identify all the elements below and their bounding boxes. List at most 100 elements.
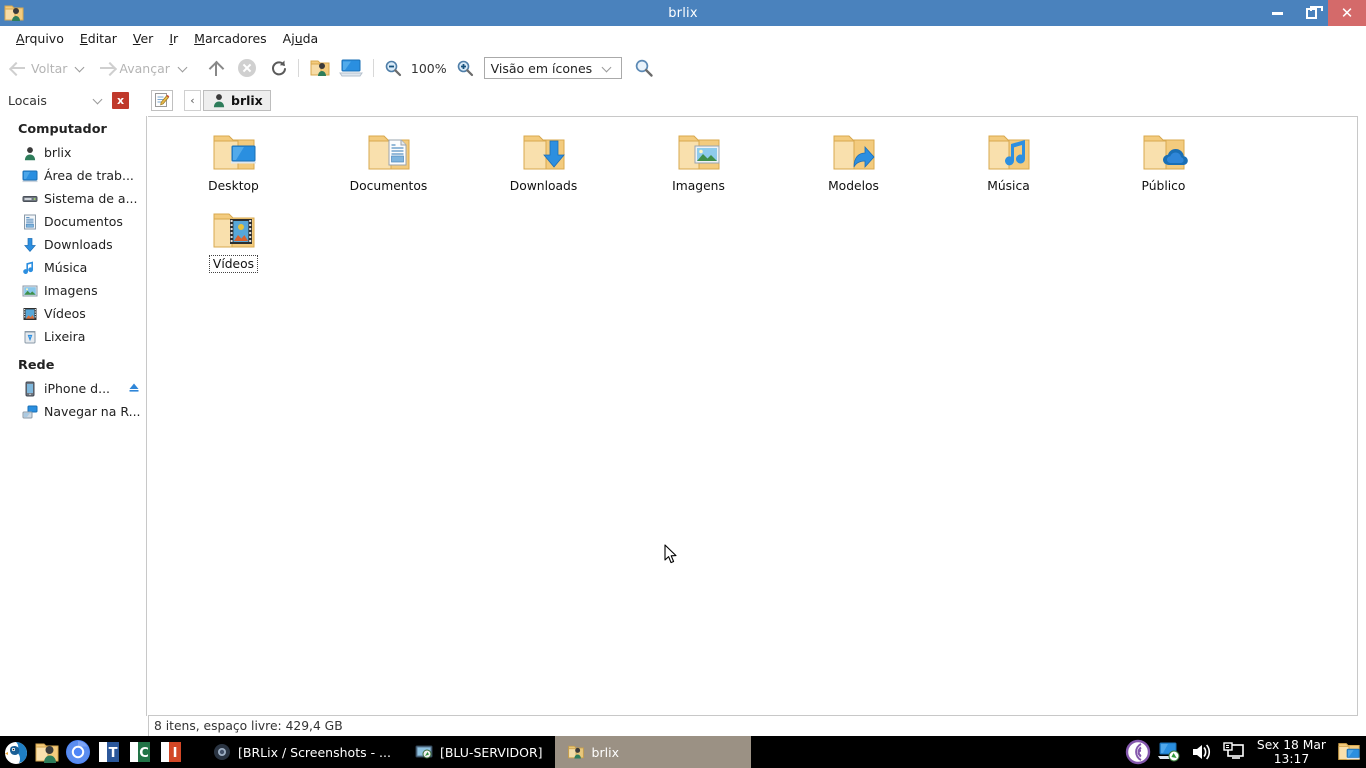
back-dropdown-icon[interactable] — [76, 64, 85, 73]
eject-icon[interactable] — [128, 381, 140, 396]
sidebar-item-label: Lixeira — [44, 329, 86, 344]
menu-ver[interactable]: Ver — [125, 29, 161, 48]
folder-desktop-icon — [210, 129, 258, 174]
system-tray: Sex 18 Mar 13:17 — [1125, 738, 1366, 766]
sidebar-item-iphone[interactable]: iPhone d... — [0, 377, 146, 400]
file-view[interactable]: Desktop Documentos Downloads Imagens Mod… — [148, 116, 1358, 716]
user-home-icon — [213, 94, 225, 108]
chevron-down-icon — [603, 64, 612, 73]
clock-time: 13:17 — [1273, 752, 1310, 766]
sidebar-item-label: Área de trab... — [44, 168, 134, 183]
search-button[interactable] — [630, 56, 658, 80]
zoom-out-button[interactable] — [380, 57, 406, 79]
folder-downloads-icon — [520, 129, 568, 174]
sidebar-item-label: Imagens — [44, 283, 98, 298]
launcher-file-manager[interactable] — [33, 738, 61, 766]
view-mode-select[interactable]: Visão em ícones — [483, 57, 622, 79]
music-icon — [22, 260, 38, 276]
toolbar-separator — [297, 59, 299, 77]
task-button-remote-desktop[interactable]: [BLU-SERVIDOR] — [403, 736, 555, 768]
sidebar-item-navegar-na-rede[interactable]: Navegar na R... — [0, 400, 146, 423]
videos-icon — [22, 306, 38, 322]
forward-button[interactable]: Avançar — [94, 58, 196, 79]
places-sidebar: Computador brlix Área de trab... Sistema… — [0, 116, 147, 716]
reload-button[interactable] — [266, 57, 292, 79]
tray-volume[interactable] — [1189, 739, 1215, 765]
breadcrumb-current[interactable]: brlix — [203, 89, 271, 111]
launcher-calc[interactable]: C — [126, 738, 154, 766]
arrow-up-icon — [207, 60, 224, 77]
menubar: Arquivo Editar Ver Ir Marcadores Ajuda — [0, 26, 1366, 52]
launcher-brlix-menu[interactable] — [2, 738, 30, 766]
documents-icon — [22, 214, 38, 230]
toolbar-separator-2 — [372, 59, 374, 77]
menu-arquivo[interactable]: Arquivo — [8, 29, 72, 48]
status-bar: 8 itens, espaço livre: 429,4 GB — [148, 716, 1358, 736]
file-item-publico[interactable]: Público — [1086, 125, 1241, 203]
window-title: brlix — [668, 5, 698, 21]
sidebar-item-musica[interactable]: Música — [0, 256, 146, 279]
sidebar-item-downloads[interactable]: Downloads — [0, 233, 146, 256]
sidebar-item-imagens[interactable]: Imagens — [0, 279, 146, 302]
sidebar-item-lixeira[interactable]: Lixeira — [0, 325, 146, 348]
places-selector-label: Locais — [8, 92, 47, 108]
show-desktop-button[interactable] — [1336, 739, 1362, 765]
stop-button[interactable] — [234, 57, 260, 79]
sidebar-item-videos[interactable]: Vídeos — [0, 302, 146, 325]
sidebar-item-documentos[interactable]: Documentos — [0, 210, 146, 233]
window-titlebar[interactable]: brlix ✕ — [0, 0, 1366, 26]
file-item-videos[interactable]: Vídeos — [156, 203, 311, 281]
file-item-label: Vídeos — [208, 255, 259, 273]
sidebar-item-brlix[interactable]: brlix — [0, 141, 146, 164]
file-item-label: Imagens — [672, 179, 725, 193]
file-item-imagens[interactable]: Imagens — [621, 125, 776, 203]
breadcrumb-current-label: brlix — [231, 92, 263, 108]
tray-network[interactable] — [1157, 739, 1183, 765]
edit-path-button[interactable] — [151, 89, 173, 111]
menu-ir[interactable]: Ir — [161, 29, 186, 48]
close-sidebar-button[interactable]: x — [112, 91, 129, 109]
taskbar: T C I [BRLix / Screenshots - ... [BLU-SE… — [0, 736, 1366, 768]
tray-display[interactable] — [1221, 739, 1247, 765]
task-button-brlix[interactable]: brlix — [554, 736, 751, 768]
back-button[interactable]: Voltar — [6, 58, 94, 79]
zoom-in-button[interactable] — [452, 57, 478, 79]
trash-icon — [22, 329, 38, 345]
file-item-musica[interactable]: Música — [931, 125, 1086, 203]
sidebar-item-label: Música — [44, 260, 88, 275]
file-item-label: Música — [987, 179, 1030, 193]
home-folder-icon — [310, 60, 330, 76]
file-item-downloads[interactable]: Downloads — [466, 125, 621, 203]
sidebar-item-area-de-trabalho[interactable]: Área de trab... — [0, 164, 146, 187]
sidebar-bottom-filler — [0, 716, 148, 736]
search-icon — [635, 59, 653, 77]
menu-editar[interactable]: Editar — [72, 29, 125, 48]
sidebar-item-label: Downloads — [44, 237, 113, 252]
tray-bittorrent[interactable] — [1125, 739, 1151, 765]
folder-music-icon — [985, 129, 1033, 174]
launcher-writer[interactable]: T — [95, 738, 123, 766]
computer-button[interactable] — [335, 55, 367, 81]
sidebar-item-label: brlix — [44, 145, 72, 160]
forward-dropdown-icon[interactable] — [179, 64, 188, 73]
launcher-chromium[interactable] — [64, 738, 92, 766]
breadcrumb-prev-button[interactable]: ‹ — [184, 89, 201, 111]
home-button[interactable] — [305, 55, 335, 81]
sidebar-item-sistema-de-arquivos[interactable]: Sistema de a... — [0, 187, 146, 210]
taskbar-window-list: [BRLix / Screenshots - ... [BLU-SERVIDOR… — [201, 736, 751, 768]
up-button[interactable] — [203, 58, 228, 79]
launcher-impress[interactable]: I — [157, 738, 185, 766]
network-browse-icon — [22, 404, 38, 420]
file-item-documentos[interactable]: Documentos — [311, 125, 466, 203]
taskbar-clock[interactable]: Sex 18 Mar 13:17 — [1253, 738, 1330, 766]
user-home-folder-icon — [567, 743, 585, 761]
task-button-browser[interactable]: [BRLix / Screenshots - ... — [201, 736, 403, 768]
window-right-edge — [1358, 116, 1366, 736]
menu-ajuda[interactable]: Ajuda — [275, 29, 327, 48]
file-item-desktop[interactable]: Desktop — [156, 125, 311, 203]
menu-marcadores[interactable]: Marcadores — [186, 29, 275, 48]
folder-templates-icon — [830, 129, 878, 174]
places-selector[interactable]: Locais — [8, 93, 108, 108]
file-item-modelos[interactable]: Modelos — [776, 125, 931, 203]
zoom-out-icon — [385, 60, 401, 77]
